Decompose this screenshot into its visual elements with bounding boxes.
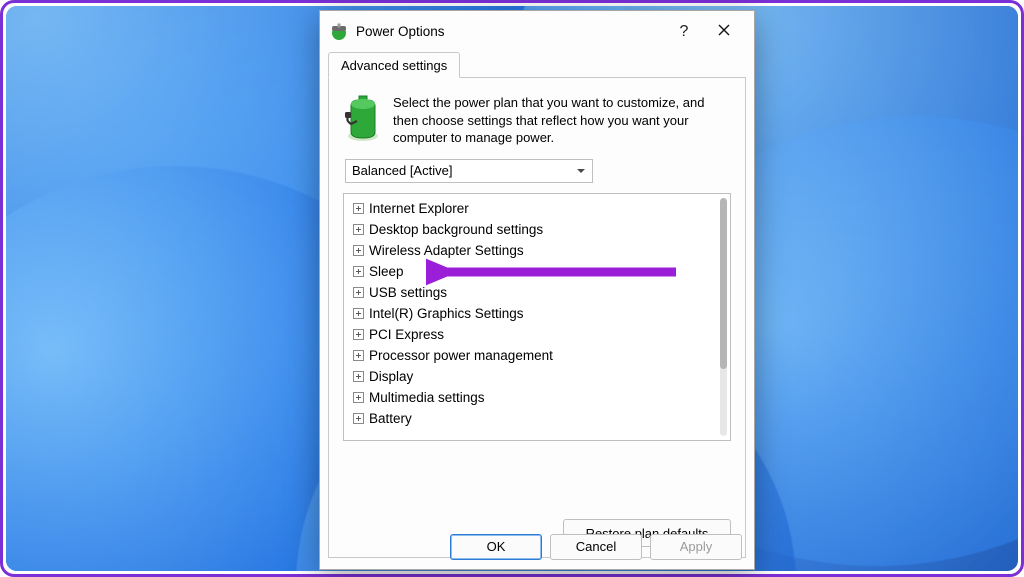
cancel-button[interactable]: Cancel (550, 534, 642, 560)
power-plan-selected: Balanced [Active] (352, 163, 452, 178)
tab-advanced-settings[interactable]: Advanced settings (328, 52, 460, 78)
expand-icon[interactable] (353, 266, 364, 277)
intro-text: Select the power plan that you want to c… (393, 94, 729, 147)
tree-item[interactable]: USB settings (353, 282, 726, 303)
tab-label: Advanced settings (341, 58, 447, 73)
tree-item-label: Intel(R) Graphics Settings (369, 306, 524, 321)
tree-item-label: PCI Express (369, 327, 444, 342)
expand-icon[interactable] (353, 350, 364, 361)
close-icon (718, 24, 730, 39)
tree-item[interactable]: Sleep (353, 261, 726, 282)
expand-icon[interactable] (353, 413, 364, 424)
expand-icon[interactable] (353, 392, 364, 403)
expand-icon[interactable] (353, 245, 364, 256)
tree-item-label: Processor power management (369, 348, 553, 363)
tree-item-label: USB settings (369, 285, 447, 300)
ok-button[interactable]: OK (450, 534, 542, 560)
titlebar[interactable]: Power Options ? (320, 11, 754, 52)
ok-label: OK (487, 539, 506, 554)
apply-button[interactable]: Apply (650, 534, 742, 560)
tree-item[interactable]: Internet Explorer (353, 198, 726, 219)
tree-item-label: Multimedia settings (369, 390, 485, 405)
settings-tree[interactable]: Internet Explorer Desktop background sett… (343, 193, 731, 441)
window-title: Power Options (356, 24, 445, 39)
scrollbar-thumb[interactable] (720, 198, 727, 369)
intro-block: Select the power plan that you want to c… (345, 94, 729, 147)
tree-item-label: Battery (369, 411, 412, 426)
expand-icon[interactable] (353, 371, 364, 382)
tree-item[interactable]: Processor power management (353, 345, 726, 366)
power-options-icon (330, 23, 348, 41)
tree-item[interactable]: Desktop background settings (353, 219, 726, 240)
tree-item[interactable]: PCI Express (353, 324, 726, 345)
cancel-label: Cancel (576, 539, 616, 554)
tree-item-label: Wireless Adapter Settings (369, 243, 524, 258)
close-button[interactable] (702, 17, 746, 47)
expand-icon[interactable] (353, 224, 364, 235)
tree-item-label: Sleep (369, 264, 404, 279)
battery-icon (345, 94, 381, 142)
power-plan-dropdown[interactable]: Balanced [Active] (345, 159, 593, 183)
expand-icon[interactable] (353, 308, 364, 319)
tree-item[interactable]: Battery (353, 408, 726, 429)
tree-item[interactable]: Wireless Adapter Settings (353, 240, 726, 261)
tree-item[interactable]: Intel(R) Graphics Settings (353, 303, 726, 324)
expand-icon[interactable] (353, 287, 364, 298)
tree-item[interactable]: Multimedia settings (353, 387, 726, 408)
tree-item-label: Internet Explorer (369, 201, 469, 216)
tab-panel: Select the power plan that you want to c… (328, 78, 746, 558)
power-options-dialog: Power Options ? Advanced settings (319, 10, 755, 570)
expand-icon[interactable] (353, 203, 364, 214)
help-button[interactable]: ? (666, 17, 702, 47)
tree-item-label: Desktop background settings (369, 222, 543, 237)
scrollbar[interactable] (720, 198, 727, 436)
tree-item[interactable]: Display (353, 366, 726, 387)
expand-icon[interactable] (353, 329, 364, 340)
tab-strip: Advanced settings (328, 52, 746, 78)
apply-label: Apply (680, 539, 713, 554)
dialog-button-row: OK Cancel Apply (320, 524, 754, 569)
tree-item-label: Display (369, 369, 413, 384)
